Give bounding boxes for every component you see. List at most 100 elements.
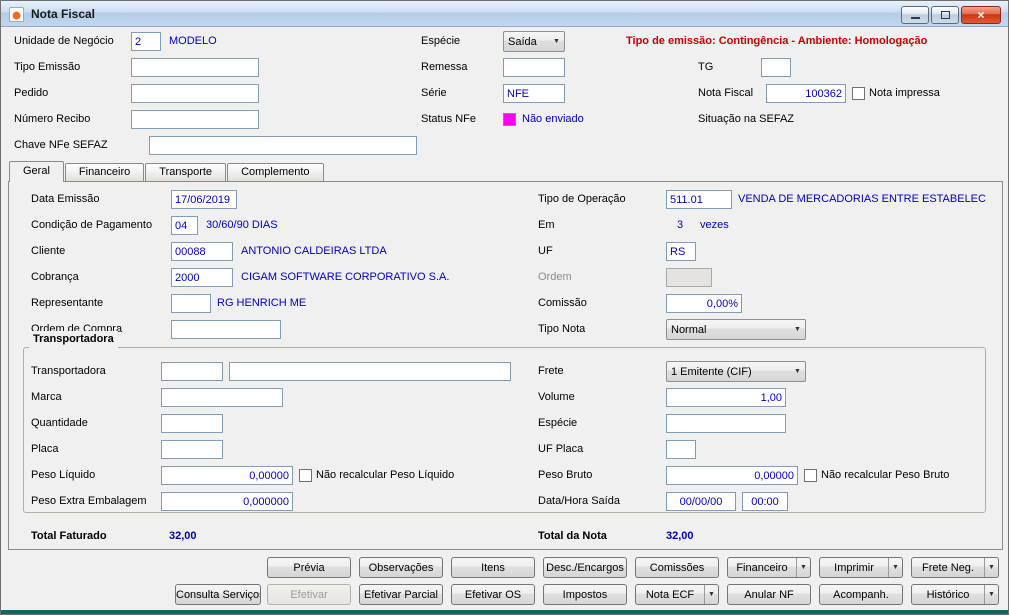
nota-impressa-checkbox[interactable]: [852, 87, 865, 100]
chave-nfe-input[interactable]: [149, 136, 417, 155]
marca-input[interactable]: [161, 388, 283, 407]
close-button[interactable]: ×: [961, 6, 1001, 24]
tipo-operacao-input[interactable]: [666, 190, 732, 209]
itens-button[interactable]: Itens: [451, 557, 535, 578]
peso-extra-embalagem-label: Peso Extra Embalagem: [31, 495, 147, 507]
chevron-down-icon[interactable]: ▼: [704, 585, 718, 604]
nota-impressa-label: Nota impressa: [869, 87, 940, 99]
hora-saida-input[interactable]: [742, 492, 788, 511]
condicao-pagamento-label: Condição de Pagamento: [31, 219, 153, 231]
transportadora-code-input[interactable]: [161, 362, 223, 381]
comissao-input[interactable]: [666, 294, 742, 313]
peso-liquido-input[interactable]: [161, 466, 293, 485]
tab-financeiro[interactable]: Financeiro: [64, 163, 145, 181]
nao-recalcular-peso-liquido-checkbox[interactable]: [299, 469, 312, 482]
peso-bruto-label: Peso Bruto: [538, 469, 593, 481]
representante-desc: RG HENRICH ME: [217, 297, 307, 309]
tipo-nota-select[interactable]: Normal ▼: [666, 319, 806, 340]
tab-transporte[interactable]: Transporte: [145, 163, 227, 181]
observacoes-button[interactable]: Observações: [359, 557, 443, 578]
especie-label: Espécie: [421, 35, 461, 47]
tipo-emissao-input[interactable]: [131, 58, 259, 77]
nao-recalcular-peso-bruto-label: Não recalcular Peso Bruto: [821, 469, 950, 481]
tg-label: TG: [698, 61, 714, 73]
chevron-down-icon: ▼: [553, 38, 560, 45]
cobranca-desc: CIGAM SOFTWARE CORPORATIVO S.A.: [241, 271, 450, 283]
chevron-down-icon[interactable]: ▼: [984, 558, 998, 577]
chevron-down-icon[interactable]: ▼: [888, 558, 902, 577]
desc-encargos-button[interactable]: Desc./Encargos: [543, 557, 627, 578]
tipo-operacao-desc: VENDA DE MERCADORIAS ENTRE ESTABELECIMEN: [738, 193, 986, 205]
peso-extra-embalagem-input[interactable]: [161, 492, 293, 511]
caption-buttons: ×: [901, 6, 1001, 24]
tab-geral[interactable]: Geral: [9, 161, 64, 182]
chevron-down-icon: ▼: [794, 368, 801, 375]
comissoes-button[interactable]: Comissões: [635, 557, 719, 578]
cliente-input[interactable]: [171, 242, 233, 261]
status-nfe-indicator: [503, 113, 516, 126]
imprimir-button[interactable]: Imprimir ▼: [819, 557, 903, 578]
tg-input[interactable]: [761, 58, 791, 77]
total-nota-value: 32,00: [666, 530, 694, 542]
uf-input[interactable]: [666, 242, 696, 261]
consulta-servicos-button[interactable]: Consulta Serviços: [175, 584, 261, 605]
unidade-negocio-label: Unidade de Negócio: [14, 35, 114, 47]
minimize-button[interactable]: [901, 6, 929, 24]
data-emissao-input[interactable]: [171, 190, 237, 209]
close-icon: ×: [977, 8, 985, 22]
previa-button[interactable]: Prévia: [267, 557, 351, 578]
frete-neg-button[interactable]: Frete Neg. ▼: [911, 557, 999, 578]
transportadora-label: Transportadora: [31, 365, 106, 377]
volume-label: Volume: [538, 391, 575, 403]
data-saida-input[interactable]: [666, 492, 736, 511]
peso-bruto-input[interactable]: [666, 466, 798, 485]
especie-transporte-label: Espécie: [538, 417, 578, 429]
chevron-down-icon[interactable]: ▼: [796, 558, 810, 577]
cliente-label: Cliente: [31, 245, 66, 257]
pedido-label: Pedido: [14, 87, 49, 99]
numero-recibo-input[interactable]: [131, 110, 259, 129]
unidade-negocio-input[interactable]: [131, 32, 161, 51]
efetivar-os-button[interactable]: Efetivar OS: [451, 584, 535, 605]
tipo-operacao-label: Tipo de Operação: [538, 193, 626, 205]
ordem-compra-input[interactable]: [171, 320, 281, 339]
representante-input[interactable]: [171, 294, 211, 313]
frete-value: 1 Emitente (CIF): [671, 365, 752, 378]
condicao-pagamento-input[interactable]: [171, 216, 198, 235]
unidade-negocio-desc: MODELO: [169, 35, 217, 47]
condicao-pagamento-desc: 30/60/90 DIAS: [206, 219, 278, 231]
placa-input[interactable]: [161, 440, 223, 459]
cobranca-input[interactable]: [171, 268, 233, 287]
status-nfe-label: Status NFe: [421, 113, 477, 125]
tab-complemento[interactable]: Complemento: [227, 163, 324, 181]
total-nota-label: Total da Nota: [538, 530, 607, 542]
especie-select[interactable]: Saída ▼: [503, 31, 565, 52]
em-suffix: vezes: [700, 219, 729, 231]
remessa-input[interactable]: [503, 58, 565, 77]
anular-nf-button[interactable]: Anular NF: [727, 584, 811, 605]
tipo-emissao-label: Tipo Emissão: [14, 61, 81, 73]
remessa-label: Remessa: [421, 61, 468, 73]
pedido-input[interactable]: [131, 84, 259, 103]
chevron-down-icon[interactable]: ▼: [984, 585, 998, 604]
especie-transporte-input[interactable]: [666, 414, 786, 433]
historico-button[interactable]: Histórico ▼: [911, 584, 999, 605]
total-faturado-value: 32,00: [169, 530, 197, 542]
serie-input[interactable]: [503, 84, 565, 103]
nota-fiscal-input[interactable]: [766, 84, 846, 103]
quantidade-input[interactable]: [161, 414, 223, 433]
volume-input[interactable]: [666, 388, 786, 407]
nao-recalcular-peso-bruto-checkbox[interactable]: [804, 469, 817, 482]
financeiro-button[interactable]: Financeiro ▼: [727, 557, 811, 578]
acompanh-button[interactable]: Acompanh.: [819, 584, 903, 605]
efetivar-parcial-button[interactable]: Efetivar Parcial: [359, 584, 443, 605]
nao-recalcular-peso-liquido-label: Não recalcular Peso Líquido: [316, 469, 455, 481]
maximize-button[interactable]: [931, 6, 959, 24]
uf-label: UF: [538, 245, 553, 257]
uf-placa-input[interactable]: [666, 440, 696, 459]
uf-placa-label: UF Placa: [538, 443, 584, 455]
impostos-button[interactable]: Impostos: [543, 584, 627, 605]
frete-select[interactable]: 1 Emitente (CIF) ▼: [666, 361, 806, 382]
transportadora-name-input[interactable]: [229, 362, 511, 381]
nota-ecf-button[interactable]: Nota ECF ▼: [635, 584, 719, 605]
